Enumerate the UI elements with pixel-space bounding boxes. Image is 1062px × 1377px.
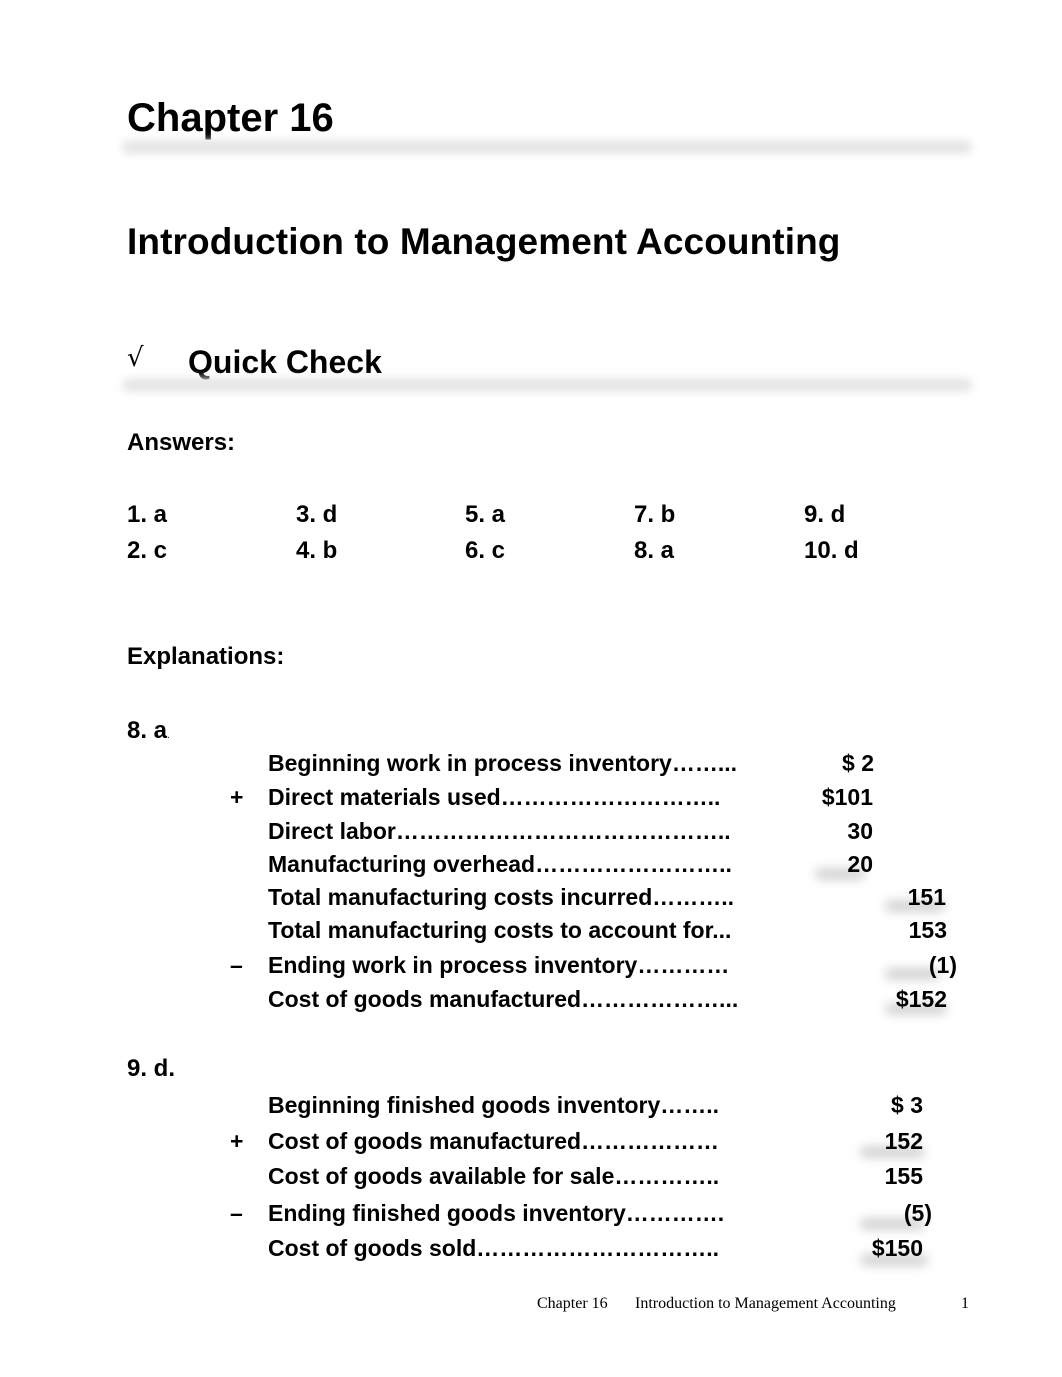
row-label: Direct labor……………………………………..	[268, 818, 731, 844]
row-amount: 20	[847, 851, 873, 877]
row-label: Total manufacturing costs incurred………..	[268, 884, 735, 910]
row-amount: (5)	[903, 1200, 932, 1226]
answer-item: 7. b	[634, 501, 676, 528]
row-amount: $150	[871, 1235, 923, 1261]
answer-item: 3. d	[296, 501, 338, 528]
row-total: $ 2	[842, 750, 874, 776]
page-number: 1	[961, 1295, 969, 1312]
answer-item: 8. a	[634, 537, 675, 564]
row-label: Cost of goods available for sale…………..	[268, 1163, 720, 1189]
chapter-subtitle: Introduction to Management Accounting	[127, 221, 841, 262]
row-amount: 155	[884, 1163, 923, 1189]
row-label: Cost of goods manufactured………………...	[268, 986, 739, 1012]
row-sign: +	[230, 784, 244, 810]
row-sign: –	[230, 952, 243, 978]
explanation-heading-text: 8. a	[127, 717, 168, 744]
chapter-title: Chapter 16	[127, 96, 334, 140]
section-title: Quick Check	[188, 344, 382, 380]
row-amount: 152	[884, 1128, 923, 1154]
row-label: Cost of goods sold…………………………..	[268, 1235, 720, 1261]
footer-title: Introduction to Management Accounting	[635, 1295, 896, 1312]
row-label: Beginning work in process inventory……...	[268, 750, 738, 776]
answer-item: 10. d	[804, 537, 859, 564]
row-label: Direct materials used………………………..	[268, 784, 721, 810]
answer-item: 1. a	[127, 501, 168, 528]
row-total: $152	[895, 986, 947, 1012]
checkmark-icon: √	[127, 343, 144, 373]
row-total: 153	[908, 917, 947, 943]
section-shadow-divider	[122, 378, 972, 392]
row-label: Total manufacturing costs to account for…	[268, 917, 732, 943]
answer-item: 5. a	[465, 501, 506, 528]
row-sign: +	[230, 1128, 244, 1154]
row-label: Cost of goods manufactured………………	[268, 1128, 720, 1154]
row-total: (1)	[928, 952, 957, 978]
row-total: 151	[907, 884, 946, 910]
row-label: Beginning finished goods inventory……..	[268, 1092, 720, 1118]
footer-chapter: Chapter 16	[537, 1295, 608, 1312]
row-sign: –	[230, 1200, 243, 1226]
heading-dot: .	[167, 730, 170, 741]
answer-item: 9. d	[804, 501, 846, 528]
answer-item: 4. b	[296, 537, 338, 564]
heading-shadow-divider	[122, 140, 972, 154]
row-amount: $ 3	[891, 1092, 923, 1118]
row-amount: $101	[821, 784, 873, 810]
document-page: Chapter 16 Introduction to Management Ac…	[0, 0, 1062, 1377]
row-label: Manufacturing overhead……………………..	[268, 851, 732, 877]
explanation-heading: 8. a.	[127, 719, 170, 743]
row-label: Ending finished goods inventory………….	[268, 1200, 725, 1226]
row-amount: 30	[847, 818, 873, 844]
answers-label: Answers:	[127, 429, 236, 456]
answer-item: 2. c	[127, 537, 168, 564]
answer-item: 6. c	[465, 537, 506, 564]
explanations-label: Explanations:	[127, 643, 285, 670]
row-label: Ending work in process inventory…………	[268, 952, 730, 978]
explanation-heading: 9. d.	[127, 1055, 176, 1082]
